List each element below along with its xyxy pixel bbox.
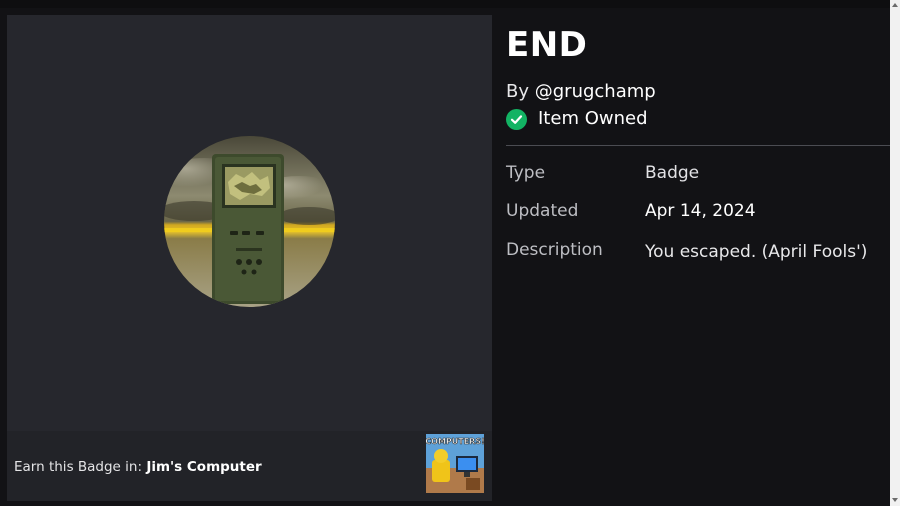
by-prefix: By [506, 81, 530, 102]
earn-badge-text: Earn this Badge in: Jim's Computer [14, 459, 262, 475]
scroll-down-arrow-icon[interactable] [892, 498, 898, 502]
updated-value: Apr 14, 2024 [645, 201, 756, 221]
description-label: Description [506, 240, 603, 260]
owned-text: Item Owned [538, 108, 648, 129]
thumbnail-text: COMPUTERS! [426, 437, 484, 446]
game-thumbnail-image: COMPUTERS! [426, 434, 484, 493]
vertical-scrollbar[interactable] [890, 0, 900, 506]
badge-detail-page: Earn this Badge in: Jim's Computer COMPU… [0, 0, 900, 506]
game-thumbnail[interactable]: COMPUTERS! [426, 434, 484, 493]
earn-badge-bar: Earn this Badge in: Jim's Computer COMPU… [7, 431, 492, 501]
scroll-up-arrow-icon[interactable] [892, 3, 898, 7]
creator-line: By @grugchamp [506, 80, 890, 104]
type-value: Badge [645, 163, 700, 183]
description-value: You escaped. (April Fools') [645, 242, 868, 262]
badge-image-panel: Earn this Badge in: Jim's Computer COMPU… [7, 15, 492, 501]
owned-status: Item Owned [506, 107, 890, 131]
check-circle-icon [506, 108, 527, 130]
creator-link[interactable]: @grugchamp [535, 81, 656, 102]
badge-info: END By @grugchamp Item Owned [506, 22, 890, 131]
top-strip [0, 0, 890, 8]
divider [506, 145, 890, 146]
type-label: Type [506, 163, 546, 183]
game-link[interactable]: Jim's Computer [146, 459, 261, 475]
earn-prefix: Earn this Badge in: [14, 459, 143, 475]
updated-label: Updated [506, 201, 579, 221]
badge-title: END [506, 25, 588, 65]
badge-image [164, 136, 335, 307]
handheld-device-badge-icon [164, 136, 335, 307]
